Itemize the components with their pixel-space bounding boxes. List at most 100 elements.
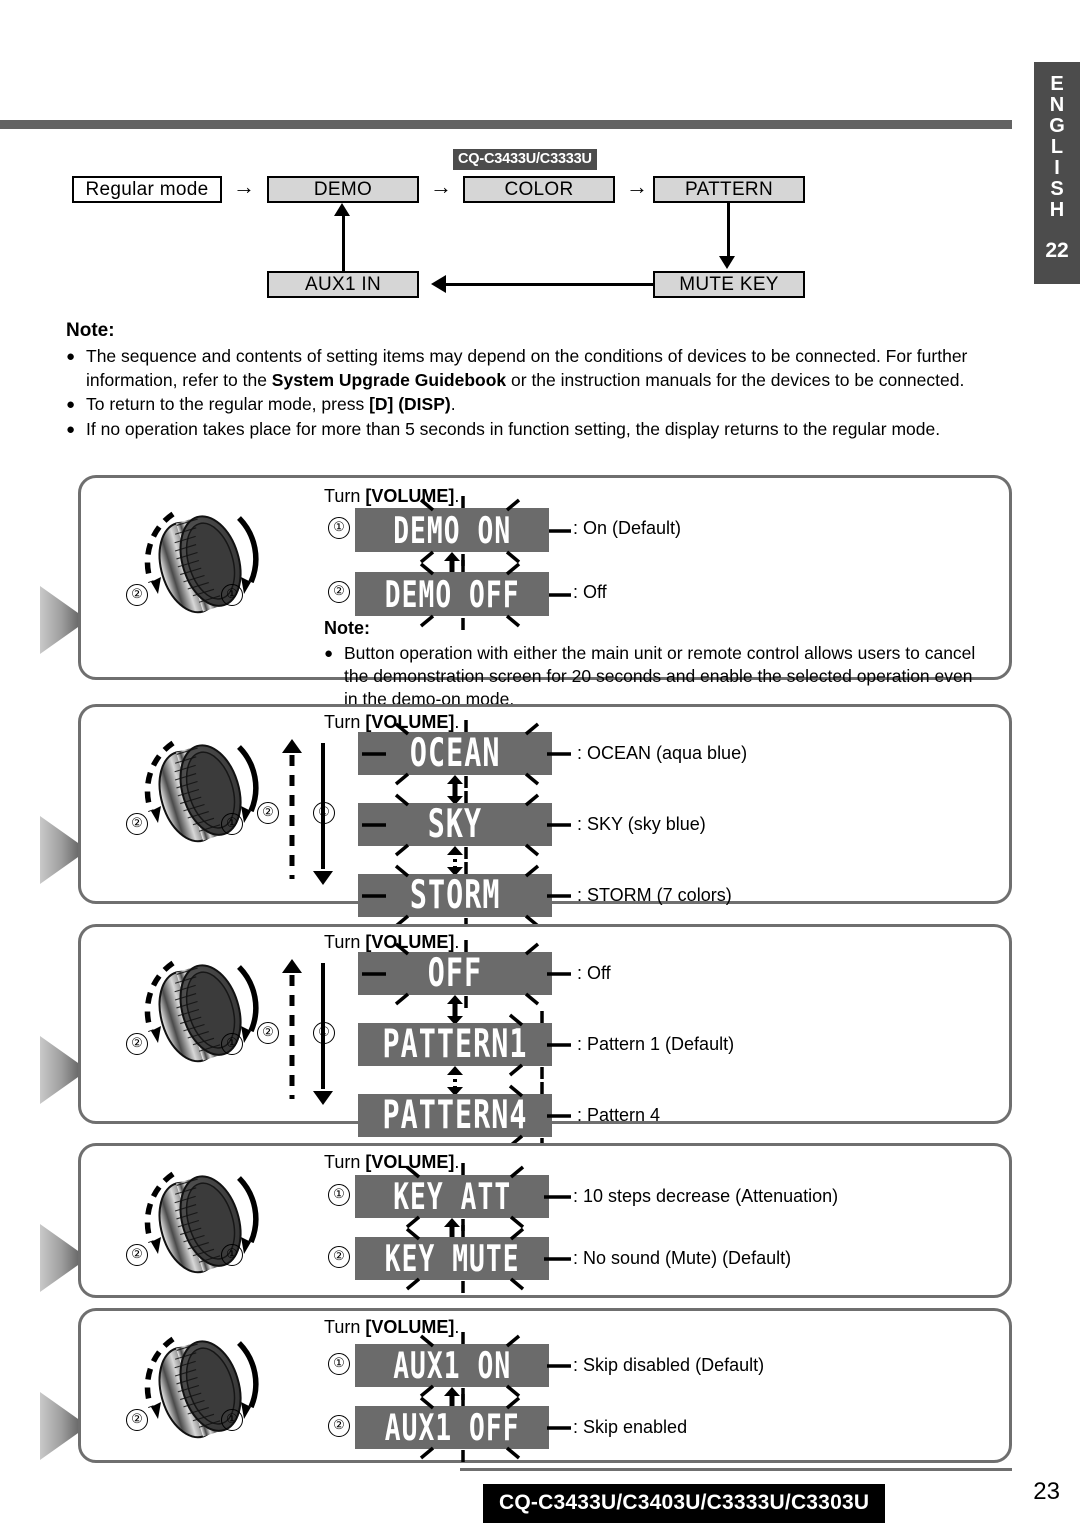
flow-box-color: COLOR (463, 176, 615, 203)
step-panel-mute-key: ② ① Turn [VOLUME]. ① KEY ATT : 10 steps … (78, 1143, 1012, 1298)
step-description: : STORM (7 colors) (577, 885, 732, 905)
lcd-display: DEMO OFF (355, 572, 549, 616)
knob-step-1-label: ① (221, 1033, 243, 1055)
knob-step-2-label: ② (126, 1409, 148, 1431)
lcd-display: PATTERN1 (358, 1022, 552, 1067)
language-letter: S (1050, 178, 1064, 200)
step-description: : Pattern 4 (577, 1105, 661, 1125)
turn-suffix: . (454, 486, 460, 506)
loop-step-1-label: ① (313, 1022, 335, 1044)
step-description: : 10 steps decrease (Attenuation) (573, 1186, 839, 1206)
page-number: 23 (1033, 1478, 1060, 1505)
step-number: ① (328, 517, 350, 539)
bullet-icon: ● (66, 348, 76, 365)
language-letter: E (1050, 73, 1064, 95)
model-badge: CQ-C3433U/C3333U (453, 149, 597, 170)
lcd-text: STORM (409, 873, 501, 918)
turn-prefix: Turn (324, 712, 366, 732)
loop-step-2-label: ② (257, 1022, 279, 1044)
panel-note-title: Note: (324, 618, 370, 638)
lcd-display: OFF (358, 951, 552, 996)
step-panel-demo: ② ① Turn [VOLUME]. ① DEMO ON : On (Defau… (78, 475, 1012, 709)
knob-step-1-label: ① (221, 584, 243, 606)
bullet-icon: ● (324, 645, 334, 662)
turn-suffix: . (454, 712, 460, 732)
lcd-display: STORM (358, 873, 552, 918)
volume-knob-illustration (121, 496, 281, 626)
knob-step-2-label: ② (126, 584, 148, 606)
knob-step-2-label: ② (126, 813, 148, 835)
flow-box-regular-mode: Regular mode (72, 176, 222, 203)
step-description: : No sound (Mute) (Default) (573, 1248, 792, 1268)
language-letter: H (1049, 199, 1065, 221)
knob-step-2-label: ② (126, 1033, 148, 1055)
turn-instruction: Turn [VOLUME]. (324, 1152, 459, 1173)
knob-step-1-label: ① (221, 813, 243, 835)
turn-prefix: Turn (324, 486, 366, 506)
note-item-text: The sequence and contents of setting ite… (86, 345, 1018, 392)
language-letter: L (1050, 136, 1064, 158)
step-description: : SKY (sky blue) (577, 814, 706, 834)
footer-rule (460, 1468, 1012, 1471)
flow-box-mute-key: MUTE KEY (653, 271, 805, 298)
flow-arrowhead-down-icon (719, 256, 735, 269)
note-text-bold: [D] (DISP) (369, 394, 451, 414)
lcd-text: OFF (427, 951, 483, 996)
volume-knob-illustration (121, 945, 281, 1075)
volume-knob-illustration (121, 1321, 281, 1451)
lcd-display: AUX1 OFF (355, 1406, 549, 1449)
mode-flow-diagram: CQ-C3433U/C3333U Regular mode → DEMO → C… (0, 140, 1012, 315)
volume-knob-illustration (121, 1156, 281, 1286)
flow-arrow-icon: → (626, 174, 648, 199)
language-letter: G (1049, 115, 1065, 137)
turn-key: [VOLUME] (365, 1317, 455, 1337)
note-text-post: . (450, 394, 456, 414)
step-description: : Skip enabled (573, 1417, 688, 1437)
flow-arrow-icon: → (233, 174, 255, 199)
lcd-text: AUX1 ON (393, 1344, 511, 1387)
turn-key: [VOLUME] (365, 1152, 455, 1172)
note-text-bold: System Upgrade Guidebook (271, 369, 507, 390)
turn-instruction: Turn [VOLUME]. (324, 486, 459, 507)
note-text-pre: To return to the regular mode, press (86, 394, 370, 414)
turn-prefix: Turn (324, 1152, 366, 1172)
panel-note-text: Button operation with either the main un… (344, 643, 976, 709)
lcd-text: DEMO OFF (384, 572, 520, 616)
turn-suffix: . (454, 1317, 460, 1337)
step-description: : OCEAN (aqua blue) (577, 743, 748, 763)
footer-model-badge: CQ-C3433U/C3403U/C3333U/C3303U (483, 1484, 886, 1523)
language-tab-page-number: 22 (1045, 239, 1069, 262)
step-number: ① (328, 1353, 350, 1375)
toggle-arrow-dotted-icon (447, 1066, 463, 1096)
loop-arrows-icon (282, 739, 333, 885)
lcd-text: KEY MUTE (384, 1237, 520, 1280)
turn-prefix: Turn (324, 1317, 366, 1337)
flow-box-pattern: PATTERN (653, 176, 805, 203)
flow-connector-up (342, 216, 345, 272)
turn-key: [VOLUME] (365, 932, 455, 952)
volume-knob-illustration (121, 725, 281, 855)
note-text-post: or the instruction manuals for the devic… (506, 369, 965, 390)
turn-key: [VOLUME] (365, 712, 455, 732)
turn-prefix: Turn (324, 932, 366, 952)
step-description: : Off (573, 582, 607, 602)
toggle-arrow-dotted-icon (447, 846, 463, 876)
turn-instruction: Turn [VOLUME]. (324, 712, 459, 733)
lcd-text: OCEAN (409, 731, 501, 776)
loop-arrows-icon (282, 959, 333, 1105)
turn-suffix: . (454, 1152, 460, 1172)
lcd-text: SKY (427, 802, 483, 847)
step-number: ② (328, 581, 350, 603)
note-item-text: If no operation takes place for more tha… (86, 418, 1018, 442)
flow-connector-left (446, 283, 654, 286)
lcd-display: KEY ATT (355, 1175, 549, 1218)
notes-section: Note: ● The sequence and contents of set… (66, 320, 1018, 443)
knob-step-1-label: ① (221, 1244, 243, 1266)
lcd-text: PATTERN4 (382, 1093, 528, 1138)
flow-arrow-icon: → (430, 174, 452, 199)
flow-box-aux1-in: AUX1 IN (267, 271, 419, 298)
flow-arrowhead-left-icon (431, 275, 446, 293)
note-item-text: To return to the regular mode, press [D]… (86, 393, 1018, 417)
lcd-text: KEY ATT (393, 1175, 511, 1218)
lcd-display: DEMO ON (355, 508, 549, 552)
